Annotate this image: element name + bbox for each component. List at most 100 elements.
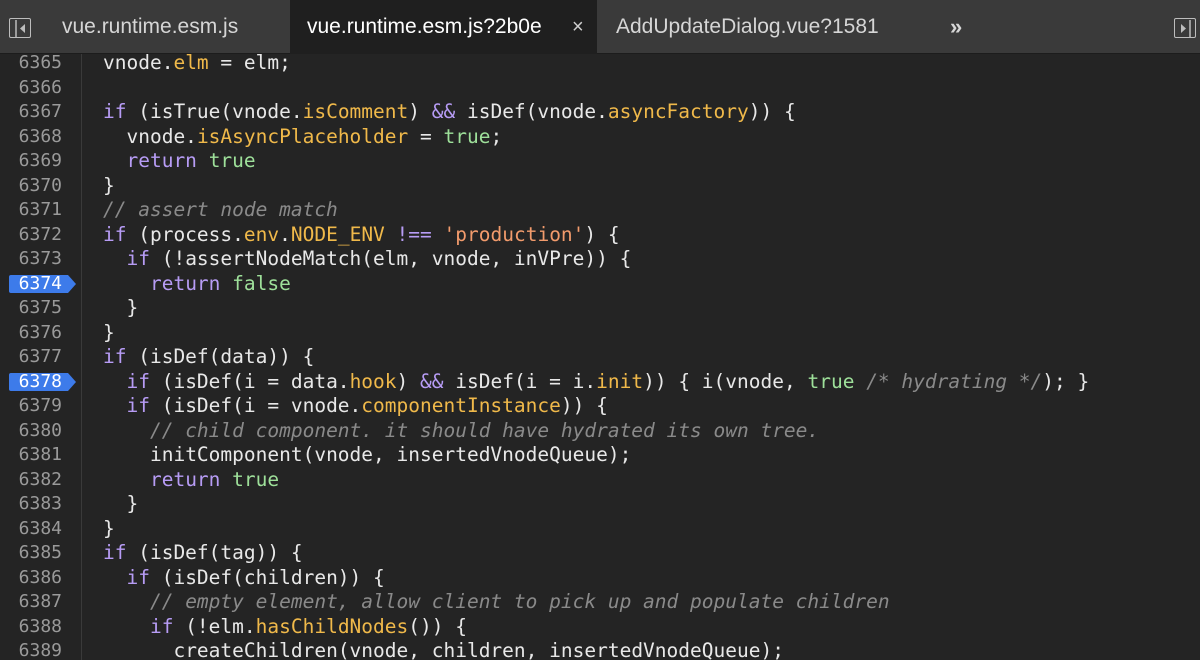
line-number[interactable]: 6379 bbox=[0, 394, 62, 419]
keyword-token: && bbox=[420, 369, 444, 393]
code-text: )) { bbox=[748, 100, 796, 123]
property-token: asyncFactory bbox=[607, 100, 749, 123]
property-token: hook bbox=[349, 369, 397, 393]
tab-label: vue.runtime.esm.js bbox=[62, 15, 239, 38]
line-number[interactable]: 6380 bbox=[0, 419, 62, 444]
code-text: } bbox=[126, 296, 139, 319]
code-text: vnode.elm = elm; bbox=[103, 54, 291, 76]
line-number[interactable]: 6371 bbox=[0, 198, 62, 223]
line-number[interactable]: 6375 bbox=[0, 296, 62, 321]
line-number[interactable]: 6377 bbox=[0, 345, 62, 370]
code-line: 6365 vnode.elm = elm; bbox=[0, 54, 1200, 76]
line-number[interactable]: 6383 bbox=[0, 492, 62, 517]
line-number[interactable]: 6367 bbox=[0, 100, 62, 125]
tab-overflow-chevron-icon[interactable]: » bbox=[950, 0, 962, 54]
line-number[interactable]: 6368 bbox=[0, 125, 62, 150]
code-text: } bbox=[103, 516, 115, 540]
code-text: (isDef(children)) { bbox=[149, 565, 385, 589]
code-text: ; bbox=[490, 124, 503, 148]
line-number[interactable]: 6386 bbox=[0, 566, 62, 591]
code-text: if (isDef(tag)) { bbox=[103, 541, 303, 566]
sidebar-toggle-right-icon[interactable] bbox=[1174, 18, 1196, 38]
property-token: isAsyncPlaceholder bbox=[196, 124, 409, 148]
keyword-token: if bbox=[126, 247, 150, 270]
code-text: (isDef(tag)) { bbox=[126, 541, 303, 564]
keyword-token: return bbox=[126, 149, 197, 172]
keyword-token: if bbox=[149, 614, 174, 638]
code-text: . bbox=[279, 222, 291, 246]
code-text: createChildren(vnode, children, inserted… bbox=[103, 639, 783, 660]
tab-label: vue.runtime.esm.js?2b0e bbox=[307, 15, 542, 38]
line-number[interactable]: 6388 bbox=[0, 615, 62, 640]
code-text: = bbox=[408, 124, 444, 148]
line-number[interactable]: 6384 bbox=[0, 517, 62, 542]
code-line: 6369 return true bbox=[0, 149, 1200, 174]
code-text: } bbox=[103, 296, 138, 321]
code-line: 6372 if (process.env.NODE_ENV !== 'produc… bbox=[0, 223, 1200, 248]
code-text: } bbox=[103, 173, 115, 197]
code-line: 6368 vnode.isAsyncPlaceholder = true; bbox=[0, 125, 1200, 150]
line-number[interactable]: 6376 bbox=[0, 321, 62, 346]
line-number[interactable]: 6381 bbox=[0, 443, 62, 468]
code-line: 6389 createChildren(vnode, children, ins… bbox=[0, 639, 1200, 660]
line-number[interactable]: 6382 bbox=[0, 468, 62, 493]
code-editor[interactable]: 6365 vnode.elm = elm; 6366 6367 if (isTrue(v… bbox=[0, 54, 1200, 660]
code-line: 6386 if (isDef(children)) { bbox=[0, 566, 1200, 591]
code-text: (process. bbox=[126, 222, 244, 246]
code-text: // empty element, allow client to pick u… bbox=[103, 590, 890, 615]
sidebar-toggle-left-icon[interactable] bbox=[9, 18, 31, 38]
line-number[interactable]: 6385 bbox=[0, 541, 62, 566]
keyword-token: return bbox=[149, 271, 221, 295]
line-number[interactable]: 6374 bbox=[0, 272, 62, 297]
line-number[interactable]: 6373 bbox=[0, 247, 62, 272]
tab-add-update-dialog[interactable]: AddUpdateDialog.vue?1581 bbox=[600, 0, 930, 54]
line-number[interactable]: 6370 bbox=[0, 174, 62, 199]
code-text: if (isDef(i = vnode.componentInstance)) … bbox=[103, 394, 608, 419]
code-text: if (process.env.NODE_ENV !== 'production… bbox=[103, 223, 620, 248]
line-number[interactable]: 6372 bbox=[0, 223, 62, 248]
code-text: initComponent(vnode, insertedVnodeQueue)… bbox=[149, 443, 632, 466]
keyword-token: return bbox=[149, 467, 221, 491]
tab-vue-runtime-esm[interactable]: vue.runtime.esm.js bbox=[44, 0, 289, 54]
close-icon[interactable]: × bbox=[572, 0, 584, 54]
line-number[interactable]: 6378 bbox=[0, 370, 62, 395]
code-line: 6376} bbox=[0, 321, 1200, 346]
tab-label: AddUpdateDialog.vue?1581 bbox=[616, 15, 879, 38]
line-number[interactable]: 6366 bbox=[0, 76, 62, 101]
code-text: vnode. bbox=[126, 124, 197, 148]
string-token: 'production' bbox=[443, 222, 585, 246]
code-line: 6381 initComponent(vnode, insertedVnodeQ… bbox=[0, 443, 1200, 468]
code-text: (isDef(i = vnode. bbox=[149, 394, 362, 417]
literal-token: false bbox=[232, 271, 291, 295]
code-text: (isDef(data)) { bbox=[126, 345, 315, 368]
literal-token: true bbox=[232, 467, 280, 491]
code-text: } bbox=[103, 492, 138, 517]
keyword-token: && bbox=[431, 100, 456, 123]
line-number[interactable]: 6389 bbox=[0, 639, 62, 660]
tab-vue-runtime-esm-2b0e-active[interactable]: vue.runtime.esm.js?2b0e × bbox=[290, 0, 597, 54]
code-text: (!assertNodeMatch(elm, vnode, inVPre)) { bbox=[149, 247, 632, 270]
line-number[interactable]: 6387 bbox=[0, 590, 62, 615]
comment-token: // assert node match bbox=[103, 198, 338, 221]
code-text: = elm; bbox=[208, 54, 291, 74]
code-text: isDef(vnode. bbox=[455, 100, 608, 123]
code-text: )) { bbox=[560, 394, 608, 417]
code-text: } bbox=[103, 321, 115, 346]
code-text: ()) { bbox=[408, 614, 467, 638]
line-number[interactable]: 6365 bbox=[0, 54, 62, 76]
line-number[interactable]: 6369 bbox=[0, 149, 62, 174]
code-line: 6367 if (isTrue(vnode.isComment) && isDef… bbox=[0, 100, 1200, 125]
property-token: isComment bbox=[302, 100, 409, 123]
code-text: } bbox=[126, 492, 139, 515]
property-token: elm bbox=[173, 54, 209, 74]
